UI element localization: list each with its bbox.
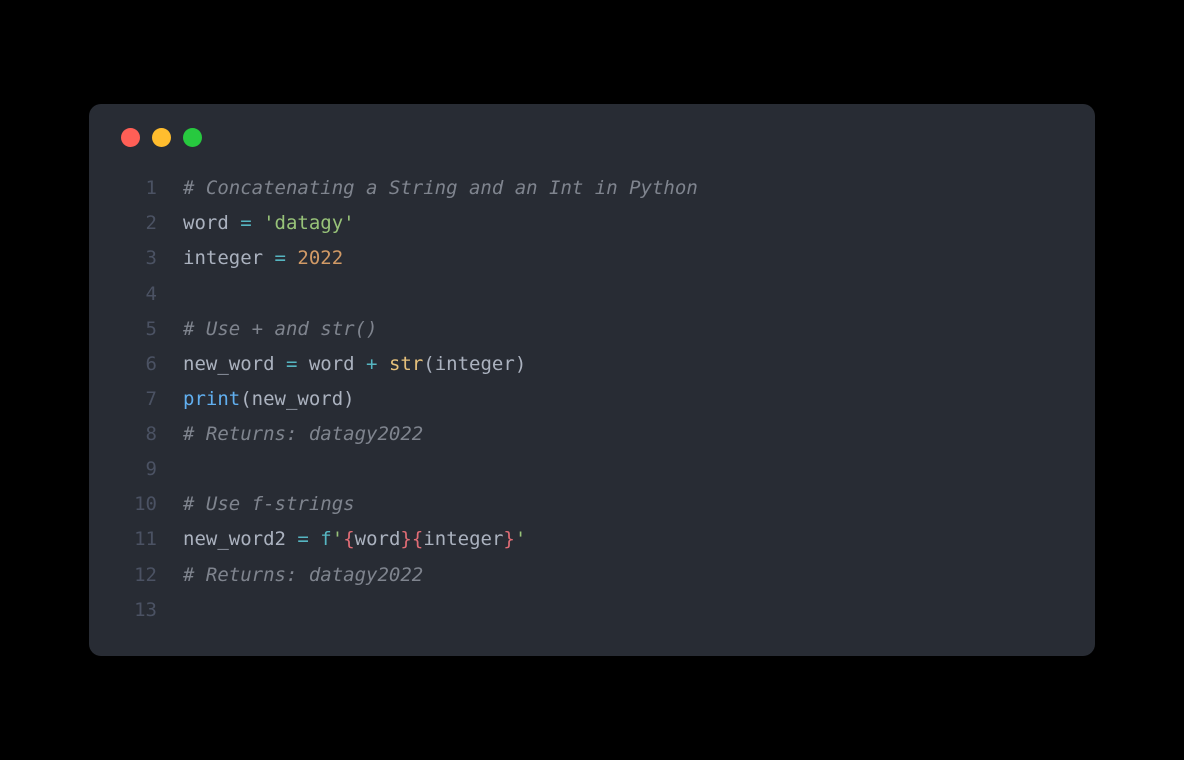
variable-token: integer (423, 528, 503, 550)
line-number: 3 (117, 241, 157, 276)
paren-token: ) (515, 353, 526, 375)
code-line: 12 # Returns: datagy2022 (117, 558, 1067, 593)
code-area: 1 # Concatenating a String and an Int in… (117, 171, 1067, 628)
code-content (183, 452, 1067, 487)
code-content: print(new_word) (183, 382, 1067, 417)
fprefix-token: f (320, 528, 331, 550)
code-content (183, 593, 1067, 628)
variable-token: new_word (183, 353, 286, 375)
operator-token: + (366, 353, 377, 375)
code-line: 6 new_word = word + str(integer) (117, 347, 1067, 382)
fbrace-token: { (412, 528, 423, 550)
space-token (252, 212, 263, 234)
code-window: 1 # Concatenating a String and an Int in… (89, 104, 1095, 656)
code-content: new_word = word + str(integer) (183, 347, 1067, 382)
code-line: 5 # Use + and str() (117, 312, 1067, 347)
code-line: 1 # Concatenating a String and an Int in… (117, 171, 1067, 206)
comment-token: # Use f-strings (183, 493, 355, 515)
code-line: 3 integer = 2022 (117, 241, 1067, 276)
code-line: 7 print(new_word) (117, 382, 1067, 417)
line-number: 2 (117, 206, 157, 241)
code-content: word = 'datagy' (183, 206, 1067, 241)
variable-token: integer (183, 247, 275, 269)
function-token: print (183, 388, 240, 410)
variable-token: integer (435, 353, 515, 375)
operator-token: = (240, 212, 251, 234)
operator-token: = (297, 528, 308, 550)
close-icon[interactable] (121, 128, 140, 147)
code-line: 11 new_word2 = f'{word}{integer}' (117, 522, 1067, 557)
code-line: 8 # Returns: datagy2022 (117, 417, 1067, 452)
line-number: 7 (117, 382, 157, 417)
code-content: # Concatenating a String and an Int in P… (183, 171, 1067, 206)
code-content: # Use + and str() (183, 312, 1067, 347)
number-token: 2022 (297, 247, 343, 269)
variable-token: new_word2 (183, 528, 297, 550)
space-token (286, 247, 297, 269)
code-line: 2 word = 'datagy' (117, 206, 1067, 241)
traffic-lights (117, 128, 1067, 147)
paren-token: ( (423, 353, 434, 375)
code-line: 9 (117, 452, 1067, 487)
string-token: 'datagy' (263, 212, 355, 234)
maximize-icon[interactable] (183, 128, 202, 147)
string-token: ' (332, 528, 343, 550)
fbrace-token: { (343, 528, 354, 550)
line-number: 9 (117, 452, 157, 487)
code-content: # Returns: datagy2022 (183, 417, 1067, 452)
builtin-token: str (389, 353, 423, 375)
code-content: new_word2 = f'{word}{integer}' (183, 522, 1067, 557)
variable-token: new_word (252, 388, 344, 410)
operator-token: = (286, 353, 297, 375)
variable-token: word (355, 528, 401, 550)
code-line: 13 (117, 593, 1067, 628)
operator-token: = (275, 247, 286, 269)
line-number: 10 (117, 487, 157, 522)
line-number: 8 (117, 417, 157, 452)
paren-token: ( (240, 388, 251, 410)
comment-token: # Use + and str() (183, 318, 377, 340)
line-number: 6 (117, 347, 157, 382)
fbrace-token: } (400, 528, 411, 550)
code-content: # Returns: datagy2022 (183, 558, 1067, 593)
paren-token: ) (343, 388, 354, 410)
comment-token: # Returns: datagy2022 (183, 564, 423, 586)
code-line: 10 # Use f-strings (117, 487, 1067, 522)
code-content: integer = 2022 (183, 241, 1067, 276)
comment-token: # Concatenating a String and an Int in P… (183, 177, 698, 199)
variable-token: word (183, 212, 240, 234)
fbrace-token: } (503, 528, 514, 550)
line-number: 1 (117, 171, 157, 206)
line-number: 4 (117, 277, 157, 312)
space-token (378, 353, 389, 375)
code-content (183, 277, 1067, 312)
code-content: # Use f-strings (183, 487, 1067, 522)
line-number: 13 (117, 593, 157, 628)
line-number: 11 (117, 522, 157, 557)
string-token: ' (515, 528, 526, 550)
comment-token: # Returns: datagy2022 (183, 423, 423, 445)
code-line: 4 (117, 277, 1067, 312)
text-token: word (297, 353, 366, 375)
line-number: 12 (117, 558, 157, 593)
minimize-icon[interactable] (152, 128, 171, 147)
space-token (309, 528, 320, 550)
line-number: 5 (117, 312, 157, 347)
